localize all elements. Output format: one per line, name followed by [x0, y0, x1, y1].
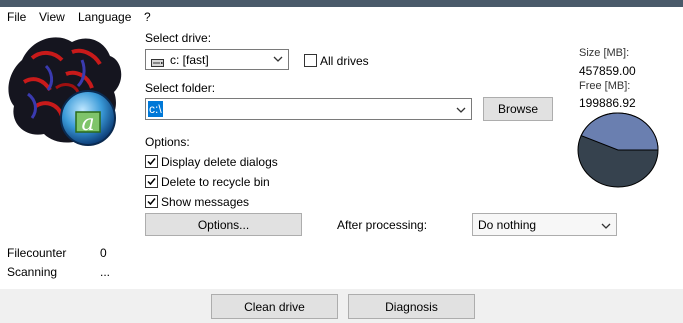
checkmark-icon	[147, 198, 156, 206]
folder-select[interactable]: c:\	[145, 98, 472, 120]
select-drive-label: Select drive:	[145, 31, 212, 45]
drive-select[interactable]: c: [fast]	[145, 49, 289, 70]
menu-bar: File View Language ?	[0, 7, 683, 27]
all-drives-label: All drives	[320, 54, 369, 68]
after-processing-value: Do nothing	[478, 218, 537, 232]
folder-select-value: c:\	[148, 101, 163, 117]
filecounter-value: 0	[100, 246, 107, 260]
chevron-down-icon	[273, 53, 283, 63]
scanning-label: Scanning	[7, 265, 58, 279]
display-delete-dialogs-checkbox[interactable]	[145, 155, 158, 168]
all-drives-checkbox[interactable]	[304, 54, 317, 67]
menu-help[interactable]: ?	[144, 10, 151, 24]
menu-view[interactable]: View	[39, 10, 65, 24]
checkmark-icon	[147, 158, 156, 166]
filecounter-label: Filecounter	[7, 246, 67, 260]
app-logo-icon: a	[2, 30, 130, 150]
delete-to-recycle-bin-checkbox[interactable]	[145, 175, 158, 188]
footer-bar: Clean drive Diagnosis	[0, 289, 683, 323]
main-panel: a Select drive: c: [fast] All drives Sel…	[0, 27, 683, 289]
clean-drive-button[interactable]: Clean drive	[211, 294, 338, 319]
menu-file[interactable]: File	[7, 10, 26, 24]
after-processing-select[interactable]: Do nothing	[472, 213, 617, 236]
free-value: 199886.92	[579, 96, 636, 110]
browse-button[interactable]: Browse	[483, 97, 553, 121]
disk-usage-pie	[576, 112, 660, 188]
display-delete-dialogs-label: Display delete dialogs	[161, 155, 278, 169]
show-messages-checkbox[interactable]	[145, 195, 158, 208]
checkmark-icon	[147, 178, 156, 186]
menu-language[interactable]: Language	[78, 10, 131, 24]
chevron-down-icon	[601, 220, 611, 230]
size-value: 457859.00	[579, 64, 636, 78]
after-processing-label: After processing:	[337, 218, 428, 232]
options-button[interactable]: Options...	[145, 213, 302, 236]
drive-select-value: c: [fast]	[170, 53, 209, 67]
free-label: Free [MB]:	[579, 80, 631, 92]
size-label: Size [MB]:	[579, 47, 630, 59]
window-title-strip	[0, 0, 683, 7]
chevron-down-icon	[456, 104, 466, 114]
show-messages-label: Show messages	[161, 195, 250, 209]
hard-drive-icon	[151, 56, 164, 67]
select-folder-label: Select folder:	[145, 81, 216, 95]
svg-text:a: a	[81, 111, 94, 136]
diagnosis-button[interactable]: Diagnosis	[348, 294, 475, 319]
options-heading: Options:	[145, 135, 190, 149]
delete-to-recycle-bin-label: Delete to recycle bin	[161, 175, 270, 189]
scanning-value: ...	[100, 265, 111, 279]
